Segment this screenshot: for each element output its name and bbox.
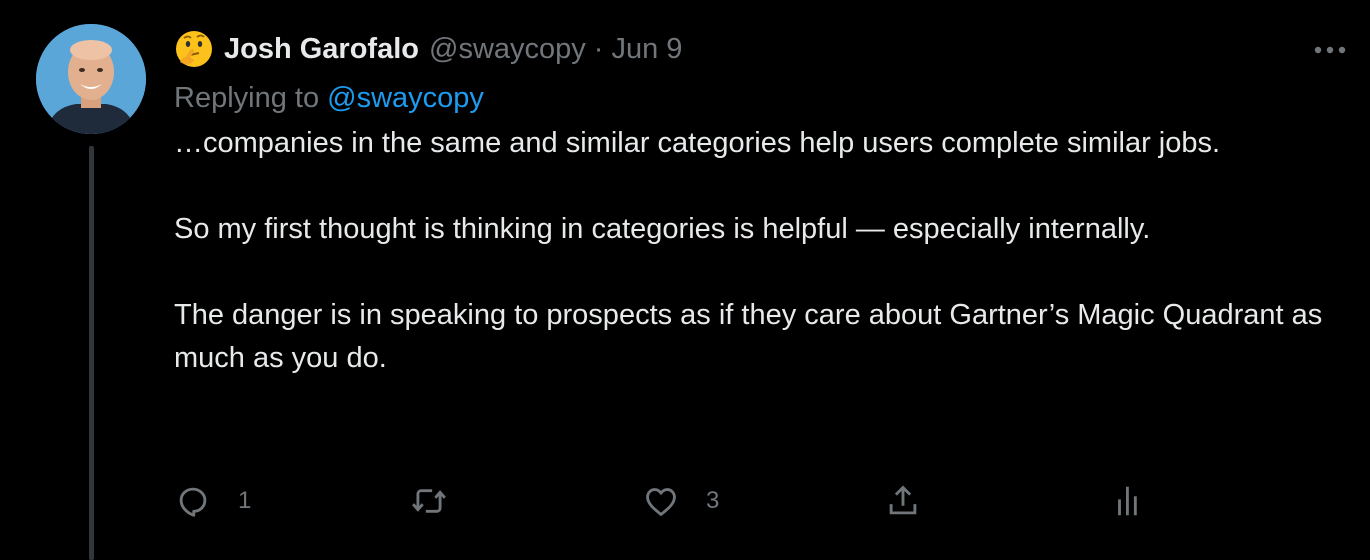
reply-icon (179, 487, 207, 517)
retweet-button[interactable] (410, 476, 474, 526)
replying-to-label: Replying to (174, 82, 320, 114)
tweet-text: …companies in the same and similar categ… (174, 122, 1334, 380)
tweet-paragraph: The danger is in speaking to prospects a… (174, 299, 1323, 374)
analytics-icon (1118, 486, 1137, 516)
more-icon (1314, 46, 1346, 54)
share-button[interactable] (884, 476, 922, 526)
tweet-paragraph: So my first thought is thinking in categ… (174, 213, 1151, 245)
tweet-content: Josh Garofalo @swaycopy · Jun 9 Replying… (174, 24, 1346, 517)
avatar-image (36, 24, 146, 134)
tweet[interactable]: Josh Garofalo @swaycopy · Jun 9 Replying… (0, 0, 1370, 560)
thinking-face-icon (174, 29, 214, 69)
avatar-column (36, 24, 148, 134)
header-separator: · (593, 32, 604, 65)
thread-line (89, 146, 94, 560)
more-options-button[interactable] (1308, 28, 1352, 72)
share-icon (889, 485, 917, 515)
author-handle[interactable]: @swaycopy (429, 33, 586, 66)
tweet-date[interactable]: Jun 9 (611, 33, 682, 66)
reply-button[interactable]: 1 (174, 476, 251, 526)
action-bar: 1 3 (174, 476, 1174, 526)
avatar[interactable] (36, 24, 146, 134)
retweet-icon (412, 489, 446, 513)
replying-to: Replying to @swaycopy (174, 75, 1334, 121)
reply-count: 1 (238, 487, 252, 514)
reply-mention-link[interactable]: @swaycopy (327, 82, 484, 114)
heart-icon (646, 488, 676, 516)
like-count: 3 (706, 487, 720, 514)
tweet-header: Josh Garofalo @swaycopy · Jun 9 (174, 24, 1334, 74)
analytics-button[interactable] (1110, 476, 1148, 526)
author-name[interactable]: Josh Garofalo (224, 33, 419, 66)
like-button[interactable]: 3 (642, 476, 719, 526)
tweet-paragraph: …companies in the same and similar categ… (174, 127, 1221, 159)
